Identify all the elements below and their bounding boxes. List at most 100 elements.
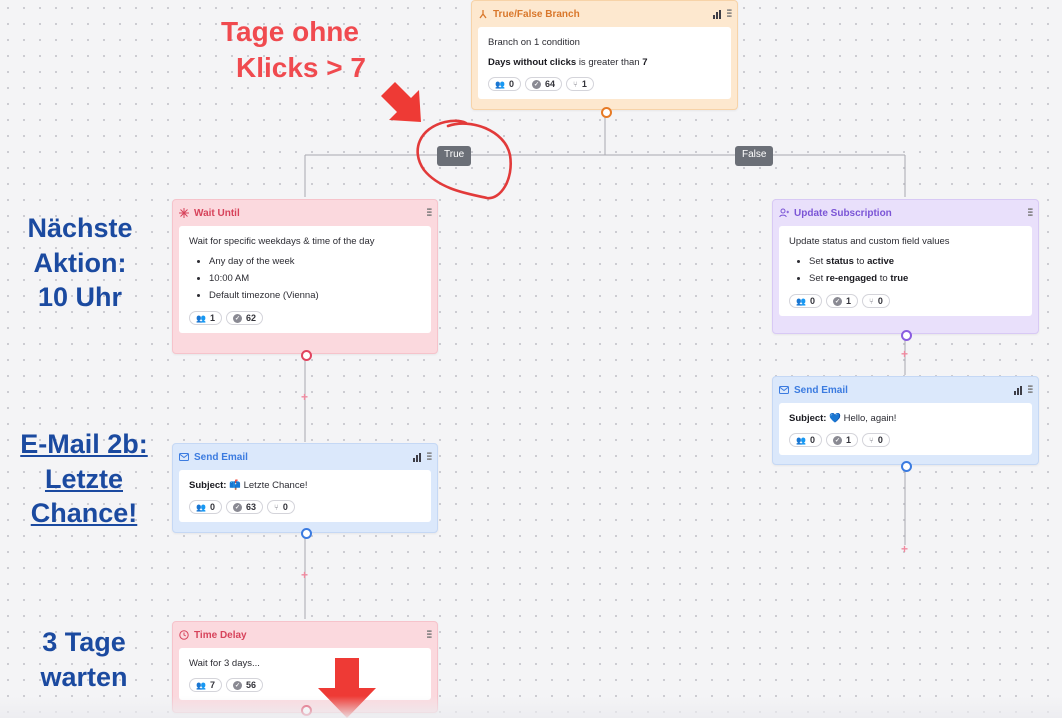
branch-stats: 👥 0 ✓ 64 ⑂ 1 (488, 77, 721, 91)
list-item: Set re-engaged to true (809, 273, 1022, 284)
time-delay-body: Wait for 3 days... 👥 7 ✓ 56 (179, 648, 431, 700)
wait-until-node[interactable]: Wait Until ⫶⫶⫶ Wait for specific weekday… (172, 199, 438, 354)
check-icon: ✓ (232, 502, 242, 512)
bottom-fade (0, 696, 1062, 718)
completed-count-pill[interactable]: ✓ 1 (825, 294, 858, 308)
active-count-pill[interactable]: 👥 0 (488, 77, 521, 91)
next-action-annotation: Nächste Aktion: 10 Uhr (27, 213, 133, 313)
email-subject: Subject: 💙 Hello, again! (789, 413, 897, 424)
list-item: Any day of the week (209, 256, 421, 267)
branch-condition: Days without clicks is greater than 7 (488, 57, 648, 68)
update-subscription-stats: 👥 0 ✓ 1 ⑂ 0 (789, 294, 1022, 308)
envelope-icon (779, 386, 791, 394)
split-icon: ⑂ (274, 502, 279, 512)
branch-node-header: True/False Branch ⫶⫶⫶ (478, 1, 732, 27)
mailbox-icon: 📫 (229, 480, 241, 491)
settings-sliders-icon[interactable]: ⫶⫶⫶ (427, 630, 432, 641)
branch-output-handle[interactable] (601, 107, 612, 118)
people-icon: 👥 (196, 313, 206, 323)
branched-count-pill[interactable]: ⑂ 0 (862, 294, 890, 308)
time-delay-description: Wait for 3 days... (189, 658, 260, 669)
people-icon: 👥 (495, 79, 505, 89)
send-email-left-body: Subject: 📫 Letzte Chance! 👥 0 ✓ 63 ⑂ 0 (179, 470, 431, 522)
blue-heart-icon: 💙 (829, 413, 841, 424)
split-icon: ⑂ (869, 435, 874, 445)
active-count-pill[interactable]: 👥 0 (789, 433, 822, 447)
check-icon: ✓ (232, 313, 242, 323)
email-annotation: E-Mail 2b: Letzte Chance! (20, 429, 148, 529)
wait-until-output-handle[interactable] (301, 350, 312, 361)
active-count-pill[interactable]: 👥 0 (789, 294, 822, 308)
branch-annotation: Tage ohne Klicks > 7 (221, 16, 366, 83)
settings-sliders-icon[interactable]: ⫶⫶⫶ (727, 9, 732, 20)
active-count-pill[interactable]: 👥 0 (189, 500, 222, 514)
wait-until-stats: 👥 1 ✓ 62 (189, 311, 421, 325)
branched-count-pill[interactable]: ⑂ 1 (566, 77, 594, 91)
send-email-right-body: Subject: 💙 Hello, again! 👥 0 ✓ 1 ⑂ 0 (779, 403, 1032, 455)
envelope-icon (179, 453, 191, 461)
active-count-pill[interactable]: 👥 7 (189, 678, 222, 692)
branch-icon (478, 9, 490, 19)
settings-sliders-icon[interactable]: ⫶⫶⫶ (1028, 208, 1033, 219)
clock-icon (179, 630, 191, 640)
completed-count-pill[interactable]: ✓ 1 (825, 433, 858, 447)
send-email-left-output-handle[interactable] (301, 528, 312, 539)
update-subscription-title: Update Subscription (794, 207, 892, 219)
update-subscription-header: Update Subscription ⫶⫶⫶ (779, 200, 1033, 226)
wait-until-description: Wait for specific weekdays & time of the… (189, 236, 375, 247)
people-icon: 👥 (196, 680, 206, 690)
branch-node-body: Branch on 1 condition Days without click… (478, 27, 731, 99)
send-email-left-header: Send Email ⫶⫶⫶ (179, 444, 432, 470)
people-icon: 👥 (796, 296, 806, 306)
wait-until-list: Any day of the week 10:00 AM Default tim… (189, 256, 421, 301)
send-email-left-node[interactable]: Send Email ⫶⫶⫶ Subject: 📫 Letzte Chance!… (172, 443, 438, 533)
check-icon: ✓ (232, 680, 242, 690)
wait-until-title: Wait Until (194, 207, 240, 219)
time-delay-stats: 👥 7 ✓ 56 (189, 678, 421, 692)
wait-until-header: Wait Until ⫶⫶⫶ (179, 200, 432, 226)
stats-chart-icon[interactable] (412, 452, 421, 462)
branched-count-pill[interactable]: ⑂ 0 (862, 433, 890, 447)
branched-count-pill[interactable]: ⑂ 0 (267, 500, 295, 514)
stats-chart-icon[interactable] (1013, 385, 1022, 395)
update-subscription-output-handle[interactable] (901, 330, 912, 341)
send-email-right-output-handle[interactable] (901, 461, 912, 472)
add-step-plus-icon[interactable]: + (301, 391, 308, 403)
branch-node[interactable]: True/False Branch ⫶⫶⫶ Branch on 1 condit… (471, 0, 738, 110)
completed-count-pill[interactable]: ✓ 64 (524, 77, 562, 91)
stats-chart-icon[interactable] (712, 9, 721, 19)
settings-sliders-icon[interactable]: ⫶⫶⫶ (427, 208, 432, 219)
split-icon: ⑂ (573, 79, 578, 89)
send-email-right-node[interactable]: Send Email ⫶⫶⫶ Subject: 💙 Hello, again! … (772, 376, 1039, 465)
time-delay-title: Time Delay (194, 629, 247, 641)
people-icon: 👥 (796, 435, 806, 445)
list-item: Default timezone (Vienna) (209, 290, 421, 301)
branch-node-title: True/False Branch (493, 8, 580, 20)
add-step-plus-icon[interactable]: + (301, 569, 308, 581)
update-subscription-body: Update status and custom field values Se… (779, 226, 1032, 316)
email-subject: Subject: 📫 Letzte Chance! (189, 480, 308, 491)
settings-sliders-icon[interactable]: ⫶⫶⫶ (427, 452, 432, 463)
completed-count-pill[interactable]: ✓ 56 (225, 678, 263, 692)
send-email-right-header: Send Email ⫶⫶⫶ (779, 377, 1033, 403)
user-update-icon (779, 208, 791, 218)
send-email-left-stats: 👥 0 ✓ 63 ⑂ 0 (189, 500, 421, 514)
true-edge-label[interactable]: True (437, 146, 472, 166)
sparkle-icon (179, 208, 191, 218)
completed-count-pill[interactable]: ✓ 62 (225, 311, 263, 325)
branch-description: Branch on 1 condition (488, 37, 580, 48)
split-icon: ⑂ (869, 296, 874, 306)
settings-sliders-icon[interactable]: ⫶⫶⫶ (1028, 385, 1033, 396)
check-icon: ✓ (531, 79, 541, 89)
update-subscription-description: Update status and custom field values (789, 236, 950, 247)
completed-count-pill[interactable]: ✓ 63 (225, 500, 263, 514)
send-email-right-title: Send Email (794, 384, 848, 396)
false-edge-label[interactable]: False (735, 146, 774, 166)
update-subscription-node[interactable]: Update Subscription ⫶⫶⫶ Update status an… (772, 199, 1039, 334)
list-item: 10:00 AM (209, 273, 421, 284)
add-step-plus-icon[interactable]: + (901, 348, 908, 360)
add-step-plus-icon[interactable]: + (901, 543, 908, 555)
check-icon: ✓ (832, 435, 842, 445)
active-count-pill[interactable]: 👥 1 (189, 311, 222, 325)
update-subscription-list: Set status to active Set re-engaged to t… (789, 256, 1022, 284)
